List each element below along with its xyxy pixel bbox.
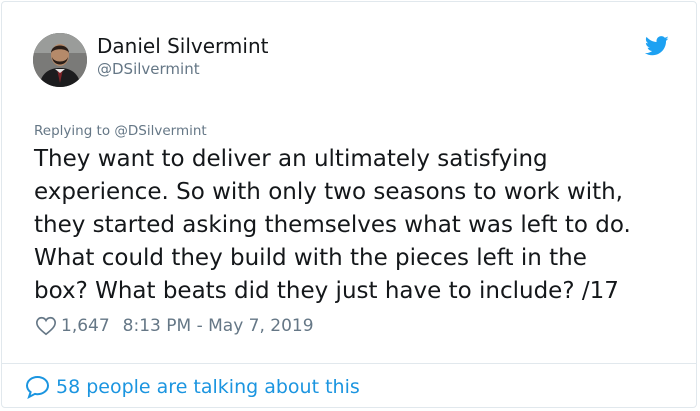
tweet-card: Daniel Silvermint @DSilvermint Replying … <box>1 1 697 408</box>
timestamp[interactable]: 8:13 PM - May 7, 2019 <box>123 316 314 336</box>
avatar[interactable] <box>33 33 87 87</box>
like-count[interactable]: 1,647 <box>61 316 110 336</box>
tweet-line: experience. So with only two seasons to … <box>34 179 623 205</box>
tweet-line: They want to deliver an ultimately satis… <box>34 146 548 172</box>
speech-bubble-icon <box>25 375 50 399</box>
tweet-meta: 1,647 8:13 PM - May 7, 2019 <box>35 314 314 338</box>
conversation-link[interactable]: 58 people are talking about this <box>25 375 360 399</box>
twitter-bird-icon[interactable] <box>644 36 669 56</box>
tweet-line: What could they build with the pieces le… <box>34 245 587 271</box>
author-display-name[interactable]: Daniel Silvermint <box>97 34 268 58</box>
conversation-count-label[interactable]: 58 people are talking about this <box>56 376 360 398</box>
avatar-photo <box>33 33 87 87</box>
divider <box>2 363 696 364</box>
heart-outline-icon[interactable] <box>35 315 57 337</box>
tweet-line: box? What beats did they just have to in… <box>34 278 619 304</box>
replying-to[interactable]: Replying to @DSilvermint <box>34 122 207 140</box>
tweet-text: They want to deliver an ultimately satis… <box>34 143 684 308</box>
author-handle[interactable]: @DSilvermint <box>97 60 200 78</box>
tweet-line: they started asking themselves what was … <box>34 212 631 238</box>
